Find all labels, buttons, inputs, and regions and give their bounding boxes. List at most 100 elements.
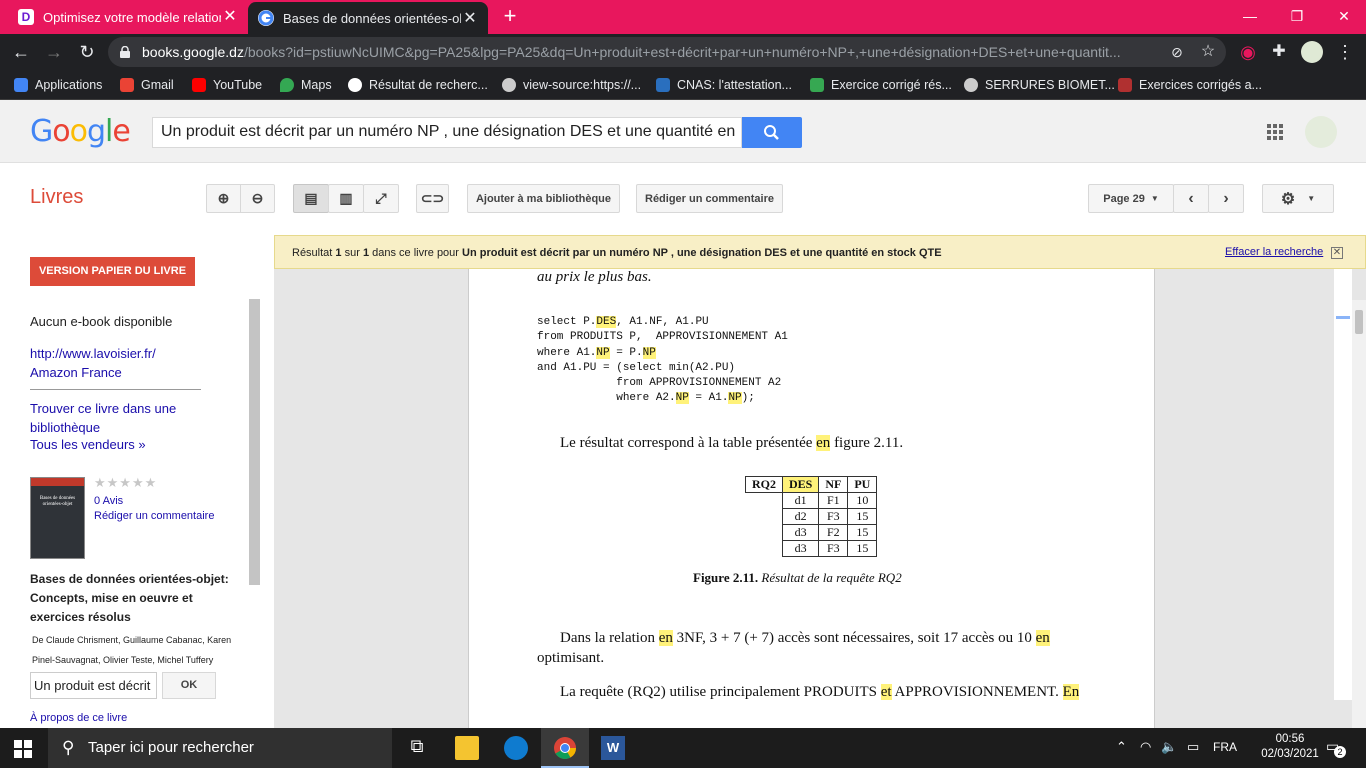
table-row: d1 F1 10 [746,492,878,509]
settings-menu-button[interactable]: ⚙ ▼ [1262,184,1334,213]
back-icon[interactable]: ← [10,41,32,63]
bookmark-label: Maps [301,78,332,92]
bookmark-resultat-recherche[interactable]: Résultat de recherc... [348,76,488,94]
volume-icon[interactable]: 🔈 [1161,739,1177,755]
bookmark-cnas[interactable]: CNAS: l'attestation... [656,76,792,94]
close-window-icon[interactable]: ✕ [1334,6,1354,26]
forward-icon[interactable]: → [43,41,65,63]
no-ebook-text: Aucun e-book disponible [30,314,173,329]
bookmark-label: Résultat de recherc... [369,78,488,92]
write-review-link[interactable]: Rédiger un commentaire [94,510,214,522]
bookmark-label: Exercice corrigé rés... [831,78,952,92]
viewer-scrollbar[interactable] [1352,300,1366,728]
chevron-up-icon[interactable]: ⌃ [1116,739,1127,755]
zoom-out-button[interactable]: ⊖ [240,184,275,213]
book-cover-thumbnail[interactable]: Bases de données orientées-objet [30,477,85,559]
viewer-gutter [1334,269,1352,700]
file-explorer-icon[interactable] [455,736,479,760]
two-page-view-button[interactable]: ▥ [328,184,364,213]
site-icon [810,78,824,92]
single-page-view-button[interactable]: ▤ [293,184,329,213]
search-result-banner: Résultat 1 sur 1 dans ce livre pour Un p… [274,235,1366,269]
zoom-in-icon: ⊕ [217,190,230,206]
banner-text: sur [341,247,363,259]
page-select[interactable]: Page 29 ▼ [1088,184,1174,213]
notifications-icon[interactable]: ▭ 2 [1326,738,1346,758]
buy-print-version-button[interactable]: VERSION PAPIER DU LIVRE [30,257,195,286]
book-page: au prix le plus bas. select P.DES, A1.NF… [468,269,1155,728]
menu-dots-icon[interactable]: ⋮ [1334,41,1356,63]
clock[interactable]: 00:56 02/03/2021 [1258,732,1322,762]
previous-page-button[interactable]: ‹ [1173,184,1209,213]
reviews-count-link[interactable]: 0 Avis [94,495,123,507]
table-header: DES [781,476,820,493]
add-to-library-button[interactable]: Ajouter à ma bibliothèque [467,184,620,213]
scrollbar-thumb[interactable] [1355,310,1363,334]
youtube-icon [192,78,206,92]
books-section-title[interactable]: Livres [30,186,83,209]
bookmark-star-icon[interactable]: ☆ [1197,41,1219,63]
next-page-button[interactable]: › [1208,184,1244,213]
minimize-icon[interactable]: — [1240,6,1260,26]
language-indicator[interactable]: FRA [1213,740,1237,754]
all-sellers-link[interactable]: Tous les vendeurs » [30,437,146,452]
google-search-button[interactable] [742,117,802,148]
globe-icon [502,78,516,92]
bookmark-maps[interactable]: Maps [280,76,332,94]
fullscreen-button[interactable]: ⤢ [363,184,399,213]
bookmark-label: view-source:https://... [523,78,642,92]
windows-start-icon[interactable] [14,740,32,758]
profile-avatar[interactable] [1301,41,1323,63]
result-table: RQ2 DES NF PU d1 F1 10 d2 F3 15 d3 F2 15 d3 F3 1… [745,476,878,557]
bookmark-exercice-corrige[interactable]: Exercice corrigé rés... [810,76,952,94]
chevron-right-icon: › [1223,189,1229,207]
close-tab-icon[interactable]: ✕ [462,11,478,27]
bookmark-youtube[interactable]: YouTube [192,76,262,94]
close-banner-icon[interactable]: ✕ [1331,247,1343,259]
lavoisier-link[interactable]: http://www.lavoisier.fr/ [30,346,156,361]
account-avatar[interactable] [1305,116,1337,148]
two-pages-icon: ▥ [339,190,353,206]
windows-taskbar: ⚲ Taper ici pour rechercher ⧉ W ⌃ ◠ 🔈 ▭ … [0,728,1366,768]
tab-favicon-icon: D [18,9,34,25]
google-search-input[interactable]: Un produit est décrit par un numéro NP ,… [152,117,742,148]
word-icon[interactable]: W [601,736,625,760]
url-host: books.google.dz [142,44,244,60]
about-book-link[interactable]: À propos de ce livre [30,712,127,724]
link-button[interactable]: ⊂⊃ [416,184,449,213]
left-panel-scrollbar[interactable] [249,299,260,585]
battery-icon[interactable]: ▭ [1187,739,1199,755]
task-view-icon[interactable]: ⧉ [405,736,429,760]
taskbar-search-box[interactable]: ⚲ Taper ici pour rechercher [48,728,392,768]
close-tab-icon[interactable]: ✕ [222,9,238,25]
zoom-in-button[interactable]: ⊕ [206,184,241,213]
find-library-link[interactable]: Trouver ce livre dans une bibliothèque [30,399,200,437]
search-in-book-input[interactable]: Un produit est décrit [30,672,157,699]
search-ok-button[interactable]: OK [162,672,216,699]
google-favicon-icon [258,10,274,26]
apps-grid-icon[interactable] [1267,124,1283,140]
bookmark-view-source[interactable]: view-source:https://... [502,76,641,94]
eye-slash-icon[interactable]: ⊘ [1166,41,1188,63]
edge-icon[interactable] [504,736,528,760]
google-logo[interactable]: Google [30,114,131,149]
extensions-puzzle-icon[interactable]: ✚ [1268,41,1290,63]
wifi-icon[interactable]: ◠ [1140,739,1151,755]
bookmark-gmail[interactable]: Gmail [120,76,174,94]
new-tab-button[interactable]: + [498,5,522,29]
bookmark-applications[interactable]: Applications [14,76,102,94]
banner-text: dans ce livre pour [369,247,463,259]
bookmark-exercices-corriges[interactable]: Exercices corrigés a... [1118,76,1262,94]
clear-search-link[interactable]: Effacer la recherche [1225,246,1323,258]
tab-bases-de-donnees[interactable]: Bases de données orientées-objet ✕ [248,2,488,34]
amazon-link[interactable]: Amazon France [30,365,122,380]
fullscreen-icon: ⤢ [375,190,387,206]
reload-icon[interactable]: ↻ [76,41,98,63]
write-review-button[interactable]: Rédiger un commentaire [636,184,783,213]
bookmark-serrures[interactable]: SERRURES BIOMET... [964,76,1115,94]
restore-icon[interactable]: ❐ [1287,6,1307,26]
extension-icon[interactable]: ◉ [1237,41,1259,63]
tab-optimisez[interactable]: D Optimisez votre modèle relationnel ✕ [8,0,248,34]
address-bar[interactable]: books.google.dz/books?id=pstiuwNcUIMC&pg… [108,37,1226,67]
chrome-taskbar-button[interactable] [541,728,589,768]
